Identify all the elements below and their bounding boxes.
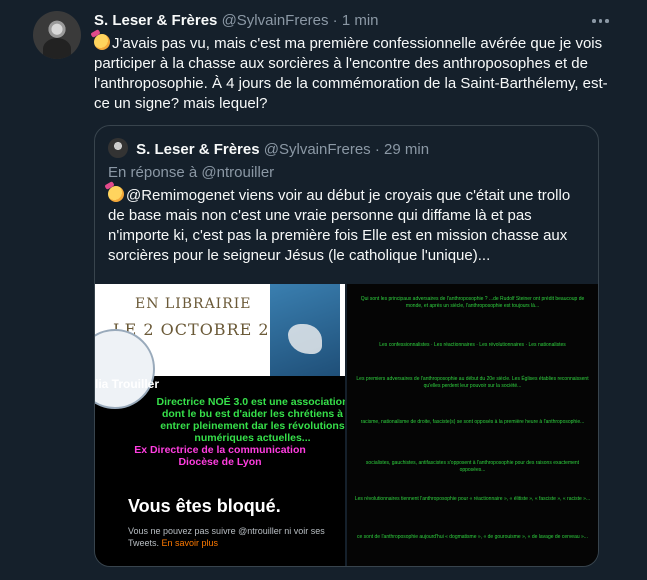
doc-paragraph: Les confessionnalistes · Les réactionnai… [379,342,566,348]
tweet-header: S. Leser & Frères @SylvainFreres · 1 min [94,11,379,31]
author-name[interactable]: S. Leser & Frères [94,12,217,29]
blocked-title: Vous êtes bloqué. [128,496,281,516]
partying-face-emoji-icon [94,34,110,50]
banner-line-1: EN LIBRAIRIE [135,296,252,312]
doc-paragraph: ce sont de l'anthroposophie aujourd'hui … [357,534,588,540]
media-image-text-document[interactable]: Qui sont les principaux adversaires de l… [347,284,598,566]
tweet-text: J'avais pas vu, mais c'est ma première c… [94,34,619,114]
doc-paragraph: racisme, nationalisme de droite, fascist… [360,419,585,425]
quoted-media[interactable]: EN LIBRAIRIE LE 2 OCTOBRE 2020 lia Troui… [95,284,598,566]
doc-paragraph: Qui sont les principaux adversaires de l… [360,296,585,309]
more-options-icon[interactable] [592,13,612,29]
quoted-author-handle: @SylvainFreres [263,141,371,158]
quoted-author-avatar [108,138,128,158]
profile-name: lia Trouiller [95,377,160,391]
blocked-text: Vous ne pouvez pas suivre @ntrouiller ni… [128,526,325,548]
book-cover [270,284,340,376]
quoted-timestamp: 29 min [384,141,430,158]
quoted-author-name: S. Leser & Frères [136,141,260,158]
profile-bio-pink: Ex Directrice de la communication Diocès… [125,444,315,468]
author-avatar[interactable] [33,11,81,59]
partying-face-emoji-icon [108,186,124,202]
profile-bio-green: Directrice NOÉ 3.0 est une association d… [156,396,346,444]
pink-line-1: Ex Directrice de la communication [134,444,306,456]
pink-line-2: Diocèse de Lyon [178,456,262,468]
reply-context: En réponse à @ntrouiller [108,164,275,181]
quoted-tweet-body: @Remimogenet viens voir au début je croy… [108,187,571,264]
tweet-timestamp[interactable]: 1 min [342,12,379,29]
media-image-profile-screenshot[interactable]: EN LIBRAIRIE LE 2 OCTOBRE 2020 lia Troui… [95,284,346,566]
doc-paragraph: Les révolutionnaires tiennent l'anthropo… [354,496,591,502]
author-handle[interactable]: @SylvainFreres [222,12,329,29]
doc-paragraph: socialistes, gauchistes, antifascistes s… [365,460,580,473]
quoted-tweet-text: @Remimogenet viens voir au début je croy… [108,186,588,266]
quoted-tweet[interactable]: S. Leser & Frères @SylvainFreres · 29 mi… [94,125,599,567]
tweet-body: J'avais pas vu, mais c'est ma première c… [94,35,608,112]
quoted-tweet-header: S. Leser & Frères @SylvainFreres · 29 mi… [108,138,429,160]
blocked-message: Vous ne pouvez pas suivre @ntrouiller ni… [128,525,338,549]
quoted-separator-dot: · [374,141,380,158]
separator-dot: · [332,12,338,29]
doc-paragraph: Les premiers adversaires de l'anthroposo… [356,376,589,389]
learn-more-link[interactable]: En savoir plus [162,538,219,548]
tweet[interactable]: S. Leser & Frères @SylvainFreres · 1 min… [0,0,647,580]
